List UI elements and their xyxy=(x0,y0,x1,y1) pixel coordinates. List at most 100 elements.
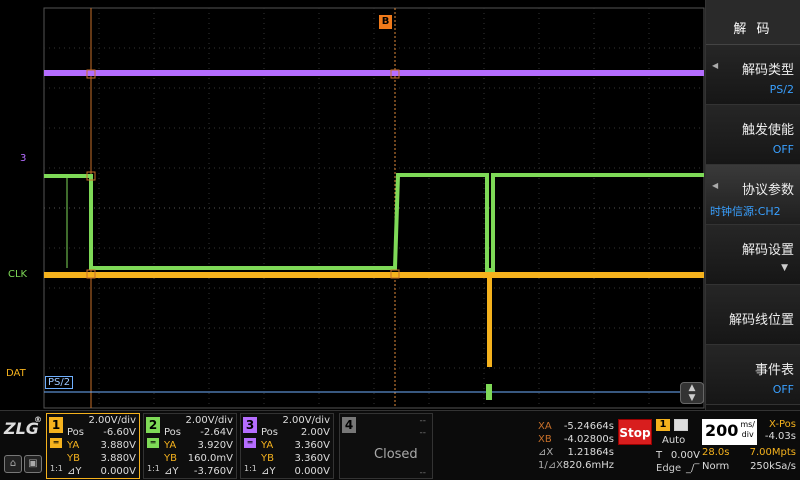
waveform-grid xyxy=(43,7,705,409)
ch1-info-box[interactable]: 1 2.00V/div ═ 1:1 Pos -6.60V YA 3.880V YB 3… xyxy=(46,413,140,479)
cursor-readout[interactable]: XA -5.24664s XB -4.02800s ⊿X 1.21864s 1/⊿X 8… xyxy=(536,413,616,479)
yb-label: YB xyxy=(67,453,80,464)
memory-depth: 7.00Mpts xyxy=(749,447,796,458)
ch3-trace xyxy=(44,70,704,76)
ch4-dash: -- xyxy=(419,416,427,426)
trigger-source: 1 xyxy=(656,419,670,431)
decode-scroll-control[interactable]: ▲ ▼ xyxy=(680,382,704,404)
ch3-volts-div: 2.00V/div xyxy=(282,415,330,426)
ch2-ya-value: 3.920V xyxy=(197,440,233,451)
dy-label: ⊿Y xyxy=(164,466,179,477)
ch1-number: 1 xyxy=(49,417,63,433)
trigger-position-marker[interactable]: B xyxy=(379,15,392,29)
yb-label: YB xyxy=(261,453,274,464)
acquisition-mode: Norm xyxy=(702,461,730,472)
waveform-display[interactable]: B 3 CLK DAT PS/2 ▲ ▼ xyxy=(0,0,705,410)
menu-item-label: 事件表 xyxy=(754,363,794,378)
ch1-yb-value: 3.880V xyxy=(100,453,136,464)
clk-ground-label[interactable]: CLK xyxy=(8,270,27,280)
xpos-label: X-Pos xyxy=(769,419,796,430)
trigger-type: Edge xyxy=(656,463,682,474)
menu-item-event-table[interactable]: 事件表 OFF xyxy=(706,345,800,405)
menu-title: 解 码 xyxy=(706,0,800,45)
run-stop-button[interactable]: Stop xyxy=(618,419,652,445)
timebase-info[interactable]: 200 ms/div X-Pos -4.03s 28.0s 7.00Mpts N… xyxy=(700,419,800,480)
menu-item-value: PS/2 xyxy=(769,83,794,96)
pos-label: Pos xyxy=(67,427,85,438)
ya-label: YA xyxy=(164,440,177,451)
chevron-down-icon: ▼ xyxy=(781,263,788,273)
xb-value: -4.02800s xyxy=(563,434,614,445)
menu-item-label: 解码设置 xyxy=(741,243,794,258)
ch3-dy-value: 0.000V xyxy=(294,466,330,477)
status-bar: ZLG ® ⌂ ▣ 1 2.00V/div ═ 1:1 Pos -6.60V YA 3… xyxy=(0,410,800,480)
ch4-info-box[interactable]: 4 -- -- Closed -- xyxy=(339,413,433,479)
dc-coupling-icon: ═ xyxy=(244,438,256,448)
ch4-dash: -- xyxy=(419,428,427,438)
trigger-t-label: T xyxy=(656,450,663,461)
trigger-mode-icon xyxy=(674,419,688,431)
ch2-dy-value: -3.760V xyxy=(193,466,233,477)
ch1-trace xyxy=(44,272,704,278)
decode-frame-marker xyxy=(486,384,492,400)
screenshot-icon[interactable]: ▣ xyxy=(24,455,42,473)
trigger-level: 0.00V xyxy=(670,450,700,461)
rising-edge-icon: _/‾ xyxy=(686,463,700,474)
dy-label: ⊿Y xyxy=(67,466,82,477)
ch4-number: 4 xyxy=(342,417,356,433)
timebase-scale[interactable]: 200 ms/div xyxy=(702,419,757,445)
ch4-status: Closed xyxy=(374,447,418,462)
ch3-probe-ratio: 1:1 xyxy=(244,464,257,473)
ya-label: YA xyxy=(261,440,274,451)
ch2-probe-ratio: 1:1 xyxy=(147,464,160,473)
timebase-value: 200 xyxy=(705,421,739,440)
menu-item-label: 解码线位置 xyxy=(728,313,794,328)
menu-item-label: 协议参数 xyxy=(741,183,794,198)
ch3-info-box[interactable]: 3 2.00V/div ═ 1:1 Pos 2.00V YA 3.360V YB 3.… xyxy=(240,413,334,479)
arrow-left-icon: ◀ xyxy=(712,61,719,70)
inv-dx-value: 820.6mHz xyxy=(562,460,614,471)
ch4-dash: -- xyxy=(419,468,427,478)
trigger-mode: Auto xyxy=(662,435,686,446)
dc-coupling-icon: ═ xyxy=(50,438,62,448)
menu-item-label: 触发使能 xyxy=(741,123,794,138)
brand-logo: ZLG ® xyxy=(4,415,42,438)
ch1-ya-value: 3.880V xyxy=(100,440,136,451)
ch1-dy-value: 0.000V xyxy=(100,466,136,477)
menu-item-decode-type[interactable]: ◀ 解码类型 PS/2 xyxy=(706,45,800,105)
xb-label: XB xyxy=(538,434,552,445)
ch2-info-box[interactable]: 2 2.00V/div ═ 1:1 Pos -2.64V YA 3.920V YB 1… xyxy=(143,413,237,479)
ch2-pos-value: -2.64V xyxy=(200,427,233,438)
ch3-ground-label[interactable]: 3 xyxy=(20,154,26,164)
xa-label: XA xyxy=(538,421,552,432)
home-icon[interactable]: ⌂ xyxy=(4,455,22,473)
ch2-volts-div: 2.00V/div xyxy=(185,415,233,426)
menu-item-decode-line-position[interactable]: 解码线位置 xyxy=(706,285,800,345)
sample-rate: 250kSa/s xyxy=(750,461,796,472)
inv-dx-label: 1/⊿X xyxy=(538,460,563,471)
menu-item-label: 解码类型 xyxy=(741,63,794,78)
timebase-unit: ms/div xyxy=(740,420,755,439)
decode-menu: 解 码 ◀ 解码类型 PS/2 触发使能 OFF ◀ 协议参数 时钟信源:CH2… xyxy=(705,0,800,410)
arrow-left-icon: ◀ xyxy=(712,181,719,190)
ch2-trace xyxy=(44,173,704,272)
dx-value: 1.21864s xyxy=(567,447,614,458)
yb-label: YB xyxy=(164,453,177,464)
decode-bus-label: PS/2 xyxy=(45,376,74,389)
dat-ground-label[interactable]: DAT xyxy=(6,369,26,379)
ch2-yb-value: 160.0mV xyxy=(187,453,233,464)
pos-label: Pos xyxy=(164,427,182,438)
menu-item-protocol-params[interactable]: ◀ 协议参数 时钟信源:CH2 xyxy=(706,165,800,225)
menu-item-decode-settings[interactable]: 解码设置 ▼ xyxy=(706,225,800,285)
trigger-info[interactable]: 1 Auto T 0.00V Edge _/‾ xyxy=(656,419,700,479)
ch3-pos-value: 2.00V xyxy=(300,427,330,438)
record-duration: 28.0s xyxy=(702,447,730,458)
menu-item-value: 时钟信源:CH2 xyxy=(710,205,781,218)
dy-label: ⊿Y xyxy=(261,466,276,477)
ch1-pos-value: -6.60V xyxy=(103,427,136,438)
menu-item-trigger-enable[interactable]: 触发使能 OFF xyxy=(706,105,800,165)
menu-item-value: OFF xyxy=(772,383,794,396)
ch3-ya-value: 3.360V xyxy=(294,440,330,451)
ch3-number: 3 xyxy=(243,417,257,433)
ch2-number: 2 xyxy=(146,417,160,433)
